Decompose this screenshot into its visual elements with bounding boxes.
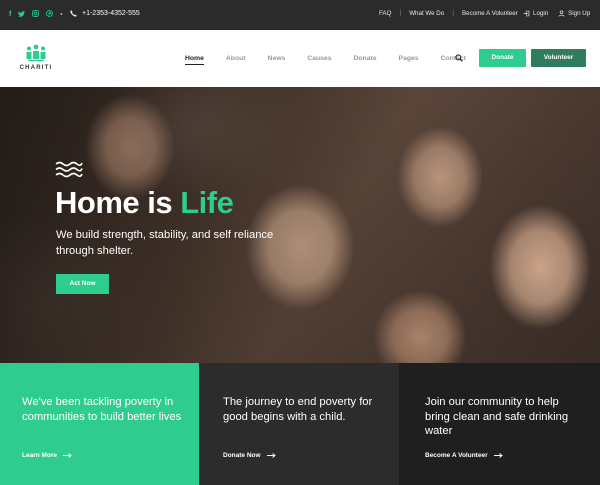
- nav-news[interactable]: News: [268, 55, 286, 65]
- top-link-faq[interactable]: FAQ: [379, 10, 391, 17]
- pinterest-icon[interactable]: [46, 10, 54, 20]
- act-now-button[interactable]: Act Now: [56, 274, 109, 294]
- top-link-become-volunteer[interactable]: Become A Volunteer: [462, 10, 518, 17]
- signup-link[interactable]: Sign Up: [558, 10, 590, 17]
- top-bar: f • +1-2353-4352-555 FAQ | What We Do | …: [0, 0, 600, 30]
- facebook-icon[interactable]: f: [9, 11, 11, 19]
- top-link-what-we-do[interactable]: What We Do: [409, 10, 444, 17]
- phone-icon: [70, 10, 77, 17]
- hero-subtitle: We build strength, stability, and self r…: [56, 229, 274, 257]
- user-icon: [558, 10, 565, 17]
- nav-home[interactable]: Home: [185, 55, 204, 65]
- feature-panels: We've been tackling poverty in communiti…: [0, 363, 600, 485]
- hero-title-accent: Life: [180, 185, 234, 220]
- panel-text: We've been tackling poverty in communiti…: [22, 396, 182, 423]
- logo[interactable]: CHARITI: [16, 43, 56, 71]
- instagram-icon[interactable]: [32, 10, 40, 20]
- panel-water: Join our community to help bring clean a…: [399, 363, 600, 485]
- arrow-right-icon: [63, 453, 72, 458]
- search-icon[interactable]: [455, 54, 463, 62]
- waves-icon: [55, 161, 83, 178]
- top-links: FAQ | What We Do | Become A Volunteer: [379, 10, 518, 17]
- login-label: Login: [533, 10, 549, 17]
- separator: |: [399, 10, 402, 17]
- logo-text: CHARITI: [19, 65, 53, 71]
- social-links: f •: [9, 10, 62, 20]
- hero-overlay: [0, 87, 600, 363]
- learn-more-link[interactable]: Learn More: [22, 452, 72, 459]
- auth-links: Login Sign Up: [523, 10, 590, 17]
- separator-dot: •: [60, 12, 63, 18]
- arrow-right-icon: [493, 453, 503, 458]
- hero-banner: Home is Life We build strength, stabilit…: [0, 87, 600, 363]
- donate-now-link[interactable]: Donate Now: [223, 452, 276, 459]
- panel-poverty: We've been tackling poverty in communiti…: [0, 363, 199, 485]
- login-icon: [523, 10, 530, 17]
- become-volunteer-link[interactable]: Become A Volunteer: [425, 452, 503, 459]
- hero-title-prefix: Home is: [55, 185, 181, 220]
- nav-pages[interactable]: Pages: [399, 55, 419, 65]
- separator: |: [452, 10, 455, 17]
- nav-causes[interactable]: Causes: [307, 55, 331, 65]
- main-header: CHARITI Home About News Causes Donate Pa…: [0, 30, 600, 87]
- twitter-icon[interactable]: [18, 10, 26, 20]
- nav-about[interactable]: About: [226, 55, 246, 65]
- panel-text: The journey to end poverty for good begi…: [223, 396, 373, 423]
- phone-number[interactable]: +1-2353-4352-555: [70, 10, 140, 17]
- panel-link-label: Learn More: [22, 452, 58, 459]
- panel-child: The journey to end poverty for good begi…: [199, 363, 399, 485]
- panel-link-label: Donate Now: [223, 452, 261, 459]
- main-nav: Home About News Causes Donate Pages Cont…: [185, 55, 488, 65]
- volunteer-button[interactable]: Volunteer: [531, 49, 586, 67]
- donate-button[interactable]: Donate: [479, 49, 526, 67]
- login-link[interactable]: Login: [523, 10, 548, 17]
- nav-donate[interactable]: Donate: [353, 55, 376, 65]
- logo-icon: [26, 44, 46, 62]
- signup-label: Sign Up: [568, 10, 591, 17]
- arrow-right-icon: [266, 453, 276, 458]
- phone-text: +1-2353-4352-555: [82, 10, 140, 17]
- panel-text: Join our community to help bring clean a…: [425, 396, 569, 437]
- hero-title: Home is Life: [55, 185, 234, 221]
- panel-link-label: Become A Volunteer: [425, 452, 488, 459]
